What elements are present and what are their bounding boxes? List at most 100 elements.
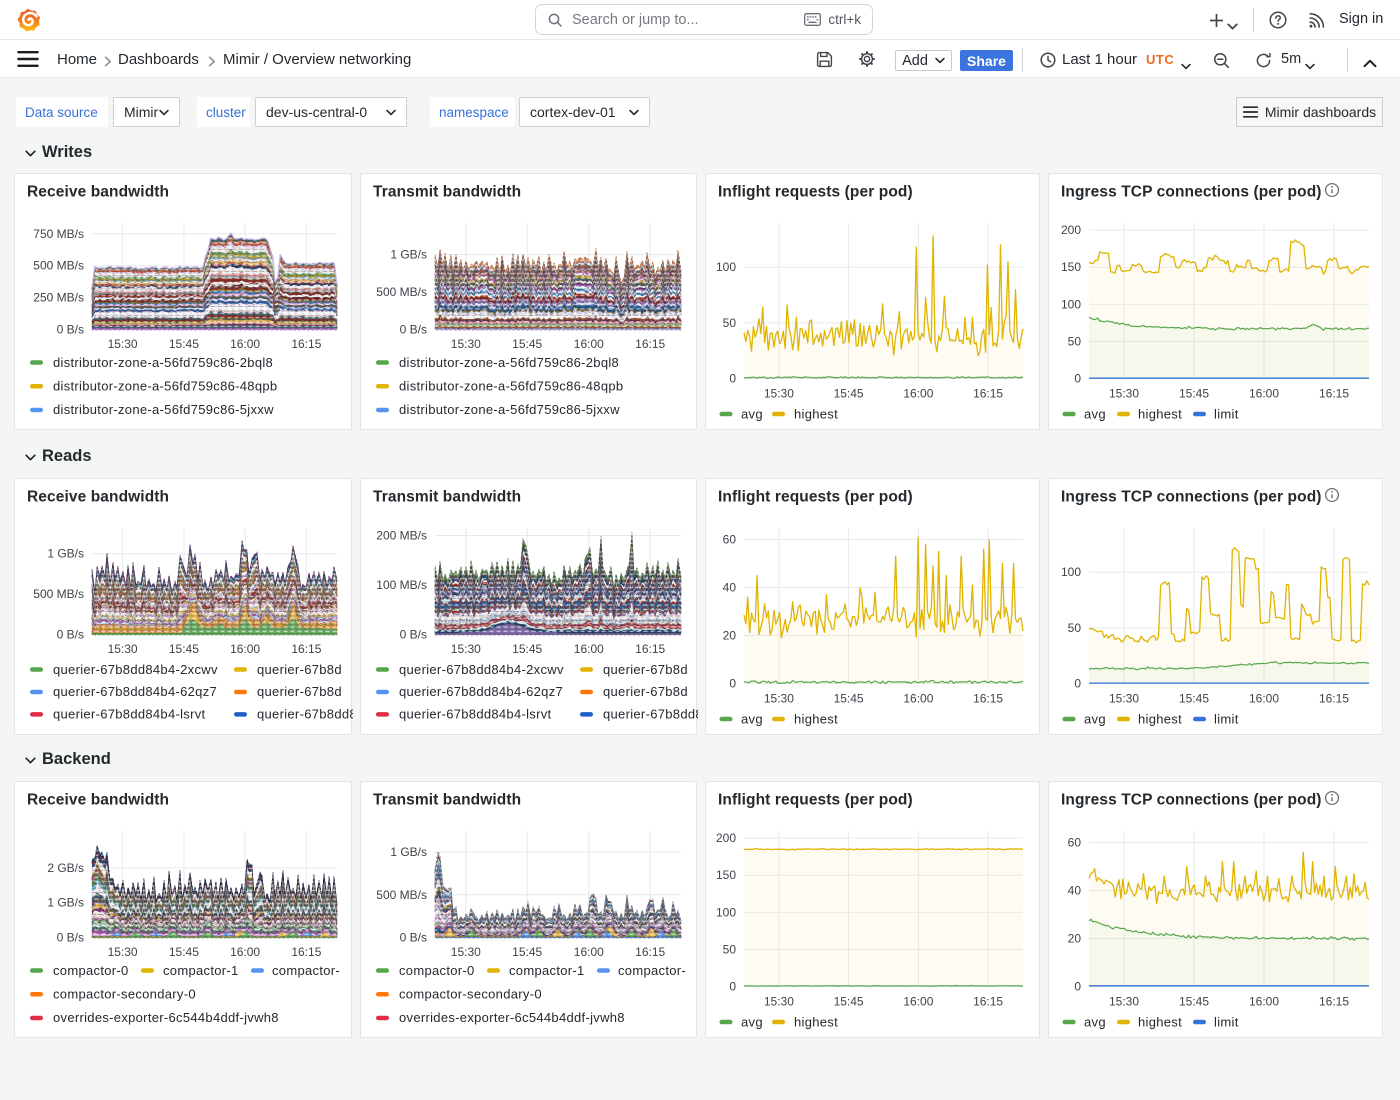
- svg-text:Receive bandwidth: Receive bandwidth: [27, 792, 169, 809]
- svg-text:16:00: 16:00: [903, 995, 933, 1009]
- svg-text:2 GB/s: 2 GB/s: [47, 861, 84, 875]
- svg-text:100 MB/s: 100 MB/s: [376, 578, 427, 592]
- svg-text:16:00: 16:00: [574, 945, 604, 959]
- svg-text:1 GB/s: 1 GB/s: [390, 248, 427, 262]
- svg-text:16:15: 16:15: [635, 642, 665, 656]
- svg-text:15:30: 15:30: [108, 642, 138, 656]
- svg-text:15:30: 15:30: [451, 337, 481, 351]
- svg-text:16:00: 16:00: [230, 642, 260, 656]
- svg-text:50: 50: [1068, 334, 1082, 348]
- svg-text:16:00: 16:00: [903, 387, 933, 401]
- svg-text:0: 0: [729, 372, 736, 386]
- svg-text:Ingress TCP connections (per p: Ingress TCP connections (per pod): [1061, 489, 1322, 506]
- svg-text:avg: avg: [1084, 711, 1106, 726]
- svg-text:15:30: 15:30: [1109, 692, 1139, 706]
- svg-text:16:15: 16:15: [1319, 995, 1349, 1009]
- svg-text:compactor-secondary-0: compactor-secondary-0: [53, 987, 196, 1002]
- svg-text:150: 150: [716, 868, 736, 882]
- svg-text:querier-67b8dd84b4-62qz7: querier-67b8dd84b4-62qz7: [399, 684, 563, 699]
- svg-text:1 GB/s: 1 GB/s: [390, 845, 427, 859]
- svg-text:15:45: 15:45: [1179, 692, 1209, 706]
- svg-text:Inflight requests (per pod): Inflight requests (per pod): [718, 489, 913, 506]
- svg-text:100: 100: [716, 260, 736, 274]
- svg-text:querier-67b8d: querier-67b8d: [257, 684, 342, 699]
- svg-text:15:45: 15:45: [169, 642, 199, 656]
- svg-text:16:00: 16:00: [1249, 995, 1279, 1009]
- svg-text:100: 100: [1061, 297, 1081, 311]
- svg-text:16:00: 16:00: [574, 337, 604, 351]
- svg-text:compactor-1: compactor-1: [509, 963, 585, 978]
- svg-text:0: 0: [1074, 980, 1081, 994]
- svg-text:0: 0: [729, 677, 736, 691]
- svg-text:highest: highest: [1138, 711, 1182, 726]
- svg-text:highest: highest: [794, 1014, 838, 1029]
- svg-text:16:00: 16:00: [903, 692, 933, 706]
- svg-text:highest: highest: [1138, 406, 1182, 421]
- svg-text:querier-67b8dd84b4-lsrvt: querier-67b8dd84b4-lsrvt: [53, 707, 206, 722]
- svg-text:500 MB/s: 500 MB/s: [33, 259, 84, 273]
- svg-text:0: 0: [729, 980, 736, 994]
- svg-text:avg: avg: [1084, 406, 1106, 421]
- svg-text:distributor-zone-a-56fd759c86-: distributor-zone-a-56fd759c86-48qpb: [399, 379, 623, 394]
- svg-text:1 GB/s: 1 GB/s: [47, 896, 84, 910]
- svg-text:Transmit bandwidth: Transmit bandwidth: [373, 184, 521, 201]
- svg-text:avg: avg: [741, 711, 763, 726]
- svg-text:16:00: 16:00: [1249, 692, 1279, 706]
- svg-text:16:00: 16:00: [230, 337, 260, 351]
- svg-text:highest: highest: [794, 406, 838, 421]
- svg-text:limit: limit: [1214, 711, 1239, 726]
- svg-text:highest: highest: [1138, 1014, 1182, 1029]
- svg-text:0: 0: [1074, 677, 1081, 691]
- svg-text:750 MB/s: 750 MB/s: [33, 227, 84, 241]
- svg-text:16:15: 16:15: [635, 337, 665, 351]
- svg-text:16:00: 16:00: [1249, 387, 1279, 401]
- svg-text:avg: avg: [741, 406, 763, 421]
- svg-text:querier-67b8dd84b4-lsrvt: querier-67b8dd84b4-lsrvt: [399, 707, 552, 722]
- svg-text:15:30: 15:30: [108, 337, 138, 351]
- svg-text:15:45: 15:45: [834, 995, 864, 1009]
- svg-text:querier-67b8dd8: querier-67b8dd8: [603, 707, 698, 722]
- svg-text:16:15: 16:15: [291, 642, 321, 656]
- svg-text:40: 40: [1068, 884, 1082, 898]
- svg-text:distributor-zone-a-56fd759c86-: distributor-zone-a-56fd759c86-5jxxw: [53, 402, 274, 417]
- svg-text:15:30: 15:30: [764, 692, 794, 706]
- svg-text:15:45: 15:45: [169, 337, 199, 351]
- svg-text:compactor-: compactor-: [618, 963, 686, 978]
- svg-text:compactor-0: compactor-0: [53, 963, 129, 978]
- svg-text:distributor-zone-a-56fd759c86-: distributor-zone-a-56fd759c86-48qpb: [53, 379, 277, 394]
- svg-text:compactor-secondary-0: compactor-secondary-0: [399, 987, 542, 1002]
- svg-text:avg: avg: [741, 1014, 763, 1029]
- svg-text:16:15: 16:15: [1319, 692, 1349, 706]
- svg-text:60: 60: [1068, 836, 1082, 850]
- svg-text:avg: avg: [1084, 1014, 1106, 1029]
- svg-text:15:30: 15:30: [1109, 995, 1139, 1009]
- svg-text:15:45: 15:45: [1179, 387, 1209, 401]
- svg-text:highest: highest: [794, 711, 838, 726]
- svg-text:1 GB/s: 1 GB/s: [47, 547, 84, 561]
- svg-text:500 MB/s: 500 MB/s: [376, 888, 427, 902]
- svg-text:15:45: 15:45: [169, 945, 199, 959]
- svg-text:0 B/s: 0 B/s: [57, 931, 84, 945]
- svg-text:0: 0: [1074, 372, 1081, 386]
- svg-text:distributor-zone-a-56fd759c86-: distributor-zone-a-56fd759c86-2bql8: [53, 355, 273, 370]
- svg-text:50: 50: [723, 316, 737, 330]
- svg-text:Receive bandwidth: Receive bandwidth: [27, 184, 169, 201]
- svg-text:Inflight requests (per pod): Inflight requests (per pod): [718, 184, 913, 201]
- svg-text:15:30: 15:30: [108, 945, 138, 959]
- svg-text:querier-67b8dd8: querier-67b8dd8: [257, 707, 353, 722]
- svg-text:15:30: 15:30: [451, 642, 481, 656]
- svg-text:16:15: 16:15: [973, 995, 1003, 1009]
- svg-text:Transmit bandwidth: Transmit bandwidth: [373, 792, 521, 809]
- svg-text:16:15: 16:15: [635, 945, 665, 959]
- svg-text:100: 100: [716, 905, 736, 919]
- svg-text:compactor-1: compactor-1: [163, 963, 239, 978]
- svg-text:15:45: 15:45: [834, 387, 864, 401]
- svg-text:15:45: 15:45: [512, 945, 542, 959]
- svg-text:15:45: 15:45: [512, 337, 542, 351]
- svg-text:500 MB/s: 500 MB/s: [376, 285, 427, 299]
- svg-text:distributor-zone-a-56fd759c86-: distributor-zone-a-56fd759c86-2bql8: [399, 355, 619, 370]
- svg-text:compactor-: compactor-: [272, 963, 340, 978]
- svg-text:0 B/s: 0 B/s: [400, 628, 427, 642]
- svg-text:20: 20: [723, 629, 737, 643]
- svg-text:40: 40: [723, 581, 737, 595]
